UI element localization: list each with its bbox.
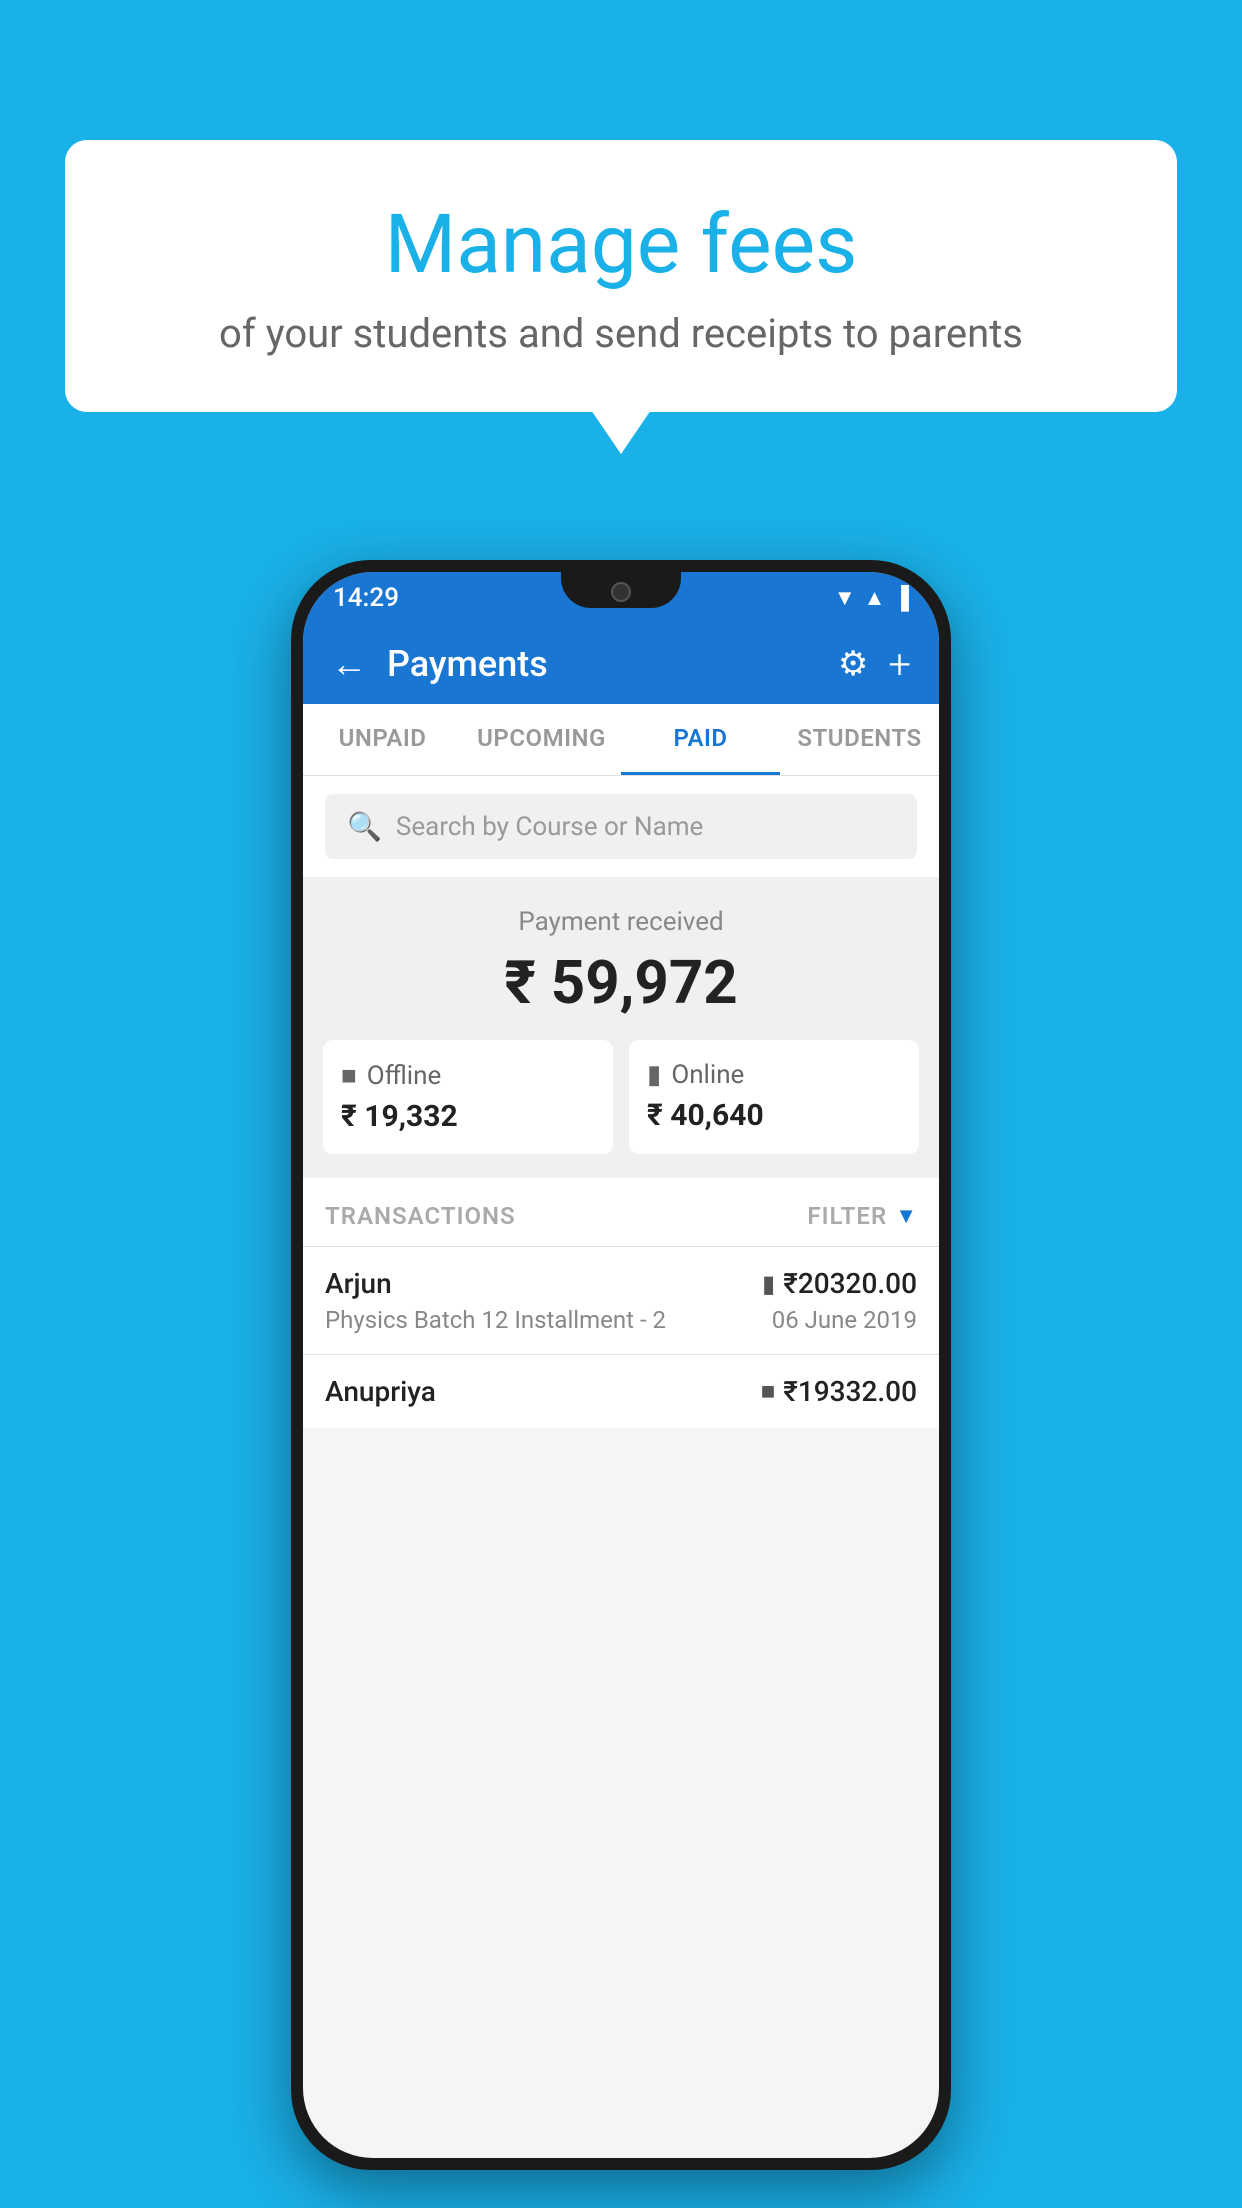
search-box[interactable]: 🔍 Search by Course or Name [325,794,917,859]
tab-students[interactable]: STUDENTS [780,704,939,775]
tab-paid[interactable]: PAID [621,704,780,775]
search-container: 🔍 Search by Course or Name [303,776,939,877]
offline-card-header: ■ Offline [341,1060,595,1091]
header-title: Payments [387,643,818,685]
transaction-amount-container-2: ■ ₹19332.00 [761,1375,917,1408]
transaction-date: 06 June 2019 [772,1306,917,1334]
card-icon: ▮ [647,1060,661,1090]
payment-summary: Payment received ₹ 59,972 ■ Offline ₹ 19… [303,877,939,1178]
status-time: 14:29 [333,583,399,613]
cash-icon: ■ [341,1060,357,1091]
signal-icon: ▲ [864,585,886,611]
transaction-amount-container: ▮ ₹20320.00 [762,1267,917,1300]
speech-bubble-title: Manage fees [115,200,1127,290]
offline-card: ■ Offline ₹ 19,332 [323,1040,613,1154]
phone-body: 14:29 ▼ ▲ ▐ ← Payments ⚙ + UNPAID UPCOMI… [291,560,951,2170]
tabs-bar: UNPAID UPCOMING PAID STUDENTS [303,704,939,776]
speech-bubble: Manage fees of your students and send re… [65,140,1177,412]
payment-total-amount: ₹ 59,972 [323,947,919,1018]
filter-container[interactable]: FILTER ▼ [807,1202,917,1230]
online-card-header: ▮ Online [647,1060,901,1090]
transaction-amount: ₹20320.00 [783,1267,917,1300]
transaction-partial-row: Anupriya ■ ₹19332.00 [325,1375,917,1408]
online-amount: ₹ 40,640 [647,1098,901,1133]
phone-mockup: 14:29 ▼ ▲ ▐ ← Payments ⚙ + UNPAID UPCOMI… [291,560,951,2170]
settings-button[interactable]: ⚙ [838,644,868,684]
transactions-label: TRANSACTIONS [325,1202,516,1230]
transaction-name-2: Anupriya [325,1375,436,1408]
search-icon: 🔍 [347,810,382,843]
transaction-item-anupriya[interactable]: Anupriya ■ ₹19332.00 [303,1354,939,1428]
transaction-top-row: Arjun ▮ ₹20320.00 [325,1267,917,1300]
transaction-item-arjun[interactable]: Arjun ▮ ₹20320.00 Physics Batch 12 Insta… [303,1246,939,1354]
transaction-amount-2: ₹19332.00 [783,1375,917,1408]
payment-mode-icon: ▮ [762,1270,775,1298]
search-input[interactable]: Search by Course or Name [396,812,703,842]
online-label: Online [671,1060,744,1090]
front-camera [611,582,631,602]
status-icons: ▼ ▲ ▐ [834,585,909,611]
payment-received-label: Payment received [323,907,919,937]
phone-notch [561,572,681,608]
transactions-header: TRANSACTIONS FILTER ▼ [303,1178,939,1246]
payment-cards: ■ Offline ₹ 19,332 ▮ Online ₹ 40,640 [323,1040,919,1154]
app-header: ← Payments ⚙ + [303,624,939,704]
battery-icon: ▐ [893,585,909,611]
offline-amount: ₹ 19,332 [341,1099,595,1134]
transaction-course: Physics Batch 12 Installment - 2 [325,1306,666,1334]
phone-screen: 14:29 ▼ ▲ ▐ ← Payments ⚙ + UNPAID UPCOMI… [303,572,939,2158]
add-button[interactable]: + [888,641,911,688]
offline-label: Offline [367,1061,442,1091]
speech-bubble-subtitle: of your students and send receipts to pa… [115,310,1127,357]
transaction-name: Arjun [325,1267,392,1300]
transaction-bottom-row: Physics Batch 12 Installment - 2 06 June… [325,1306,917,1334]
online-card: ▮ Online ₹ 40,640 [629,1040,919,1154]
back-button[interactable]: ← [331,643,367,685]
tab-upcoming[interactable]: UPCOMING [462,704,621,775]
filter-icon: ▼ [895,1203,917,1229]
filter-label: FILTER [807,1202,887,1230]
wifi-icon: ▼ [834,585,856,611]
payment-mode-icon-2: ■ [761,1377,776,1406]
tab-unpaid[interactable]: UNPAID [303,704,462,775]
